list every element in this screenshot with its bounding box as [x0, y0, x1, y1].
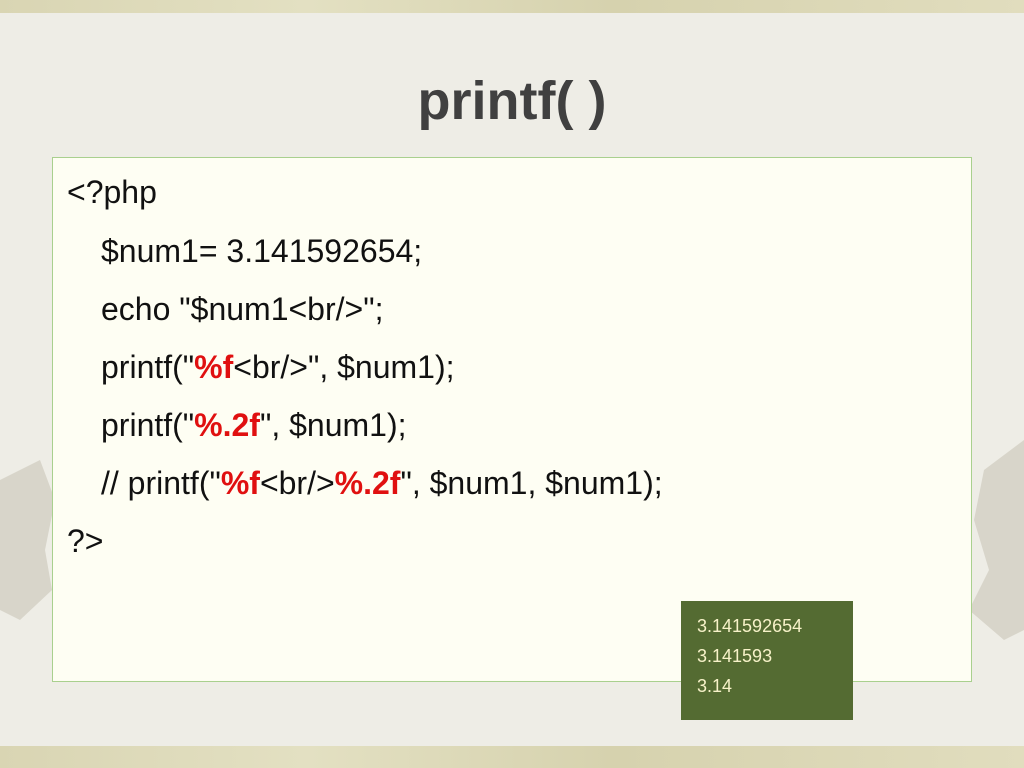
top-decorative-band — [0, 0, 1024, 13]
code-line-echo: echo "$num1<br/>"; — [101, 291, 384, 327]
code-line-printf-f: printf("%f<br/>", $num1); — [101, 347, 455, 387]
code-text: printf(" — [101, 349, 195, 385]
slide-title: printf( ) — [417, 71, 607, 131]
bottom-decorative-band — [0, 746, 1024, 768]
code-text: ", $num1, $num1); — [400, 465, 663, 501]
format-specifier: %f — [220, 465, 260, 501]
torn-paper-right-decoration — [969, 440, 1024, 640]
torn-paper-left-decoration — [0, 460, 55, 620]
format-specifier: %.2f — [334, 465, 401, 501]
code-text: // printf(" — [101, 465, 221, 501]
output-line: 3.14 — [697, 676, 733, 696]
code-text: printf(" — [101, 407, 195, 443]
code-line-comment: // printf("%f<br/>%.2f", $num1, $num1); — [101, 463, 663, 503]
code-line-php-close: ?> — [67, 523, 104, 559]
format-specifier: %.2f — [194, 407, 260, 443]
format-specifier: %f — [194, 349, 234, 385]
code-line-php-open: <?php — [67, 174, 157, 210]
output-panel: 3.141592654 3.141593 3.14 — [681, 601, 853, 720]
code-text: <br/>", $num1); — [233, 349, 455, 385]
code-text: ", $num1); — [259, 407, 407, 443]
code-line-printf-2f: printf("%.2f", $num1); — [101, 405, 406, 445]
code-line-assignment: $num1= 3.141592654; — [101, 233, 423, 269]
code-text: <br/> — [259, 465, 335, 501]
output-line: 3.141592654 — [697, 616, 803, 636]
output-line: 3.141593 — [697, 646, 773, 666]
